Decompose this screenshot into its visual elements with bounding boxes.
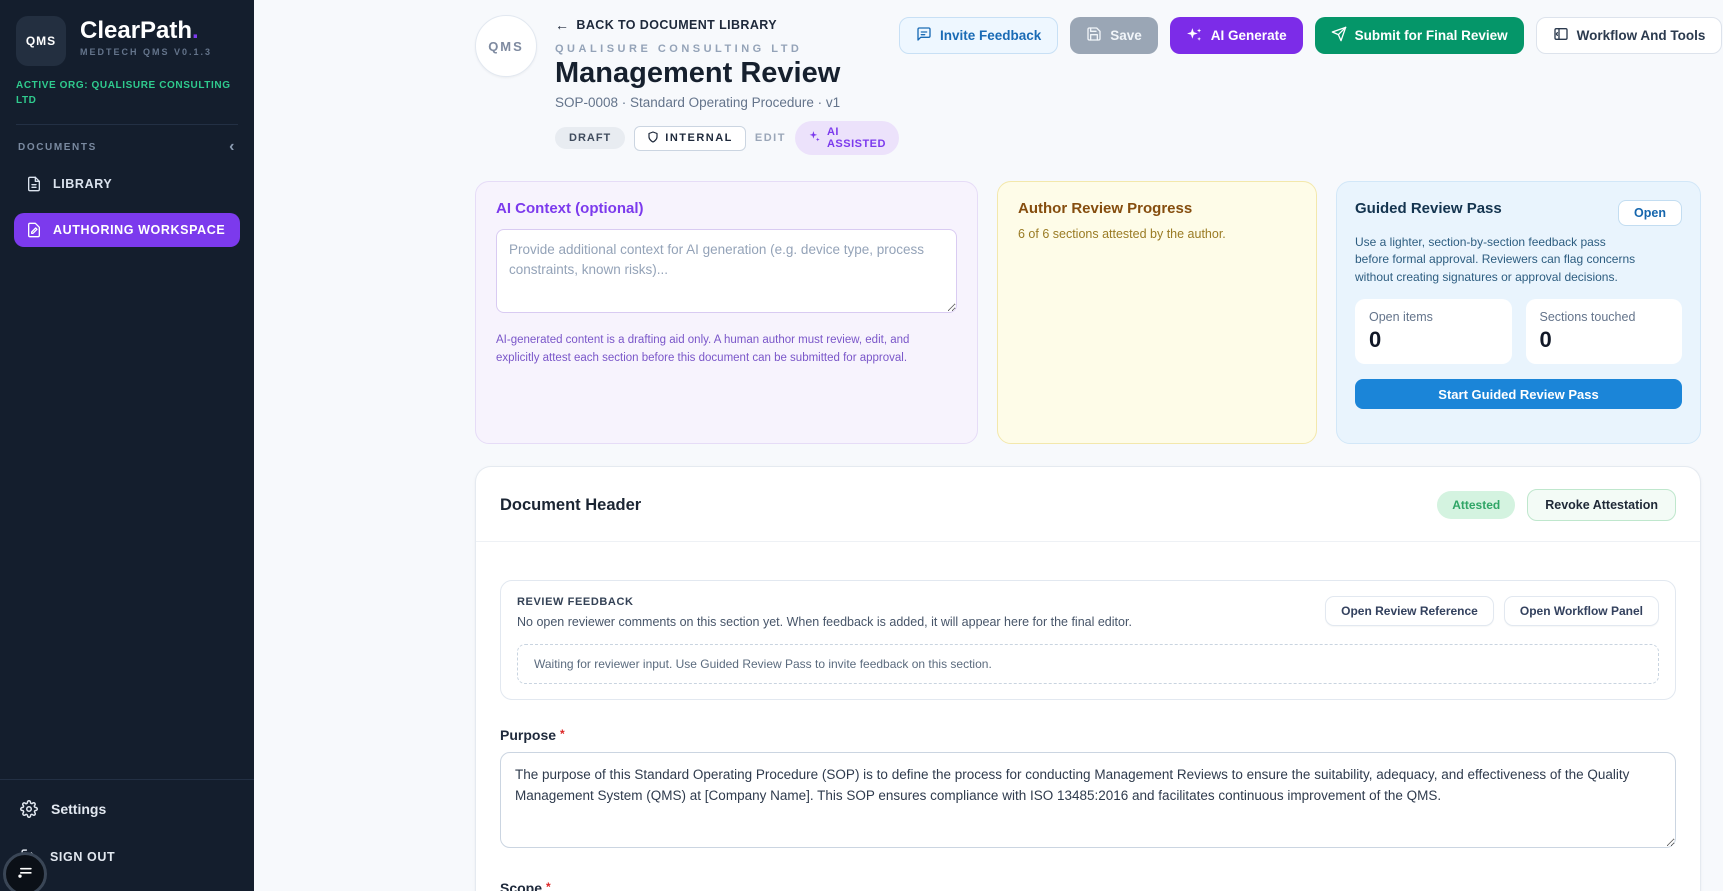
- collapse-chevron-icon[interactable]: ‹: [229, 139, 236, 155]
- submit-final-review-label: Submit for Final Review: [1354, 28, 1508, 43]
- save-label: Save: [1110, 28, 1142, 43]
- documents-section-heading: DOCUMENTS ‹: [14, 139, 240, 155]
- back-arrow-icon: ←: [555, 17, 570, 33]
- revoke-attestation-button[interactable]: Revoke Attestation: [1527, 489, 1676, 521]
- sidebar-item-label: LIBRARY: [53, 177, 113, 191]
- start-guided-review-button[interactable]: Start Guided Review Pass: [1355, 379, 1682, 410]
- sections-touched-stat: Sections touched 0: [1525, 299, 1682, 365]
- ai-generate-label: AI Generate: [1210, 28, 1287, 43]
- workflow-and-tools-button[interactable]: Workflow And Tools: [1535, 17, 1723, 54]
- documents-section-label: DOCUMENTS: [18, 141, 97, 153]
- doc-subtitle: SOP-0008 · Standard Operating Procedure …: [555, 95, 841, 110]
- send-icon: [1331, 26, 1347, 45]
- gear-icon: [20, 800, 38, 818]
- ai-disclaimer-text: AI-generated content is a drafting aid o…: [496, 334, 910, 364]
- brand-name: ClearPath.: [80, 17, 199, 44]
- purpose-field: Purpose * The purpose of this Standard Op…: [500, 727, 1676, 853]
- author-progress-title: Author Review Progress: [1018, 200, 1193, 217]
- review-feedback-box: REVIEW FEEDBACK No open reviewer comment…: [500, 580, 1676, 700]
- waiting-for-reviewer-note: Waiting for reviewer input. Use Guided R…: [517, 644, 1659, 684]
- comment-icon: [916, 26, 932, 45]
- sign-out-label: SIGN OUT: [50, 849, 116, 864]
- document-avatar-text: QMS: [488, 38, 524, 54]
- brand: QMS ClearPath. MEDTECH QMS V0.1.3: [16, 16, 238, 66]
- sidebar-item-authoring-workspace[interactable]: AUTHORING WORKSPACE: [14, 213, 240, 247]
- open-workflow-panel-button[interactable]: Open Workflow Panel: [1503, 596, 1659, 626]
- brand-dot: .: [192, 17, 199, 44]
- header-actions: Invite Feedback Save AI Generate Submit …: [898, 17, 1723, 54]
- sidebar-item-label: AUTHORING WORKSPACE: [53, 223, 226, 237]
- author-progress-status: 6 of 6 sections attested by the author.: [1018, 227, 1226, 241]
- guided-review-description: Use a lighter, section-by-section feedba…: [1355, 235, 1636, 284]
- ai-context-card: AI Context (optional) AI-generated conte…: [475, 181, 978, 444]
- guided-review-open-button[interactable]: Open: [1618, 200, 1682, 226]
- save-icon: [1086, 26, 1102, 45]
- sections-touched-value: 0: [1539, 327, 1552, 353]
- settings-button[interactable]: Settings: [20, 800, 234, 818]
- panel-icon: [1553, 26, 1569, 45]
- qms-logo: QMS: [16, 16, 66, 66]
- guided-review-title: Guided Review Pass: [1355, 200, 1502, 217]
- open-review-reference-button[interactable]: Open Review Reference: [1325, 596, 1494, 626]
- mode-badge-edit: EDIT: [754, 132, 786, 144]
- document-avatar: QMS: [475, 15, 537, 77]
- back-link-label: BACK TO DOCUMENT LIBRARY: [576, 18, 777, 32]
- active-org-label: ACTIVE ORG: QUALISURE CONSULTING LTD: [16, 80, 231, 106]
- section-title: Document Header: [500, 495, 642, 514]
- document-section-card: Document Header Attested Revoke Attestat…: [475, 466, 1701, 891]
- sign-out-button[interactable]: SIGN OUT: [20, 848, 234, 865]
- review-feedback-title: REVIEW FEEDBACK: [517, 596, 634, 608]
- scope-label: Scope *: [500, 880, 1676, 891]
- sidebar-item-library[interactable]: LIBRARY: [14, 167, 240, 201]
- open-items-value: 0: [1369, 327, 1382, 353]
- document-icon: [26, 176, 42, 192]
- shield-icon: [647, 130, 659, 146]
- invite-feedback-label: Invite Feedback: [939, 28, 1042, 43]
- org-name: QUALISURE CONSULTING LTD: [555, 43, 803, 55]
- visibility-badge-label: INTERNAL: [665, 132, 733, 144]
- required-marker: *: [560, 727, 565, 741]
- page-title: Management Review: [555, 57, 841, 89]
- sidebar: QMS ClearPath. MEDTECH QMS V0.1.3 ACTIVE…: [0, 0, 254, 891]
- edit-document-icon: [26, 222, 42, 238]
- save-button[interactable]: Save: [1070, 17, 1158, 54]
- open-items-stat: Open items 0: [1355, 299, 1512, 365]
- qms-logo-text: QMS: [25, 34, 57, 48]
- ai-generate-button[interactable]: AI Generate: [1169, 17, 1303, 54]
- ai-assisted-badge-label: AI ASSISTED: [826, 126, 886, 150]
- author-review-progress-card: Author Review Progress 6 of 6 sections a…: [997, 181, 1317, 444]
- floating-widget-button[interactable]: [3, 852, 47, 891]
- review-feedback-description: No open reviewer comments on this sectio…: [517, 615, 1132, 629]
- badges-row: DRAFT INTERNAL EDIT AI ASSISTED: [555, 121, 899, 155]
- settings-label: Settings: [51, 801, 107, 817]
- submit-final-review-button[interactable]: Submit for Final Review: [1314, 17, 1524, 54]
- attested-badge: Attested: [1437, 491, 1516, 519]
- sparkle-icon: [808, 130, 821, 146]
- visibility-badge-internal: INTERNAL: [634, 125, 746, 151]
- main-area: QMS ← BACK TO DOCUMENT LIBRARY QUALISURE…: [254, 0, 1723, 891]
- status-badge-draft: DRAFT: [555, 127, 626, 149]
- ai-assisted-badge: AI ASSISTED: [794, 121, 899, 155]
- sections-touched-label: Sections touched: [1539, 310, 1636, 325]
- back-to-library-link[interactable]: ← BACK TO DOCUMENT LIBRARY: [555, 17, 777, 33]
- ai-context-input[interactable]: [496, 229, 957, 313]
- purpose-label: Purpose *: [500, 727, 565, 743]
- sparkles-icon: [1186, 26, 1203, 46]
- scope-field: Scope* This SOP applies to all personnel…: [500, 880, 1676, 891]
- guided-review-pass-card: Guided Review Pass Open Use a lighter, s…: [1336, 181, 1701, 444]
- brand-version: MEDTECH QMS V0.1.3: [80, 47, 213, 58]
- required-marker: *: [546, 880, 551, 891]
- workflow-and-tools-label: Workflow And Tools: [1576, 28, 1706, 43]
- invite-feedback-button[interactable]: Invite Feedback: [898, 17, 1059, 54]
- open-items-label: Open items: [1369, 310, 1433, 325]
- purpose-input[interactable]: The purpose of this Standard Operating P…: [500, 752, 1676, 848]
- ai-context-title: AI Context (optional): [496, 200, 644, 217]
- list-lines-icon: [15, 862, 35, 887]
